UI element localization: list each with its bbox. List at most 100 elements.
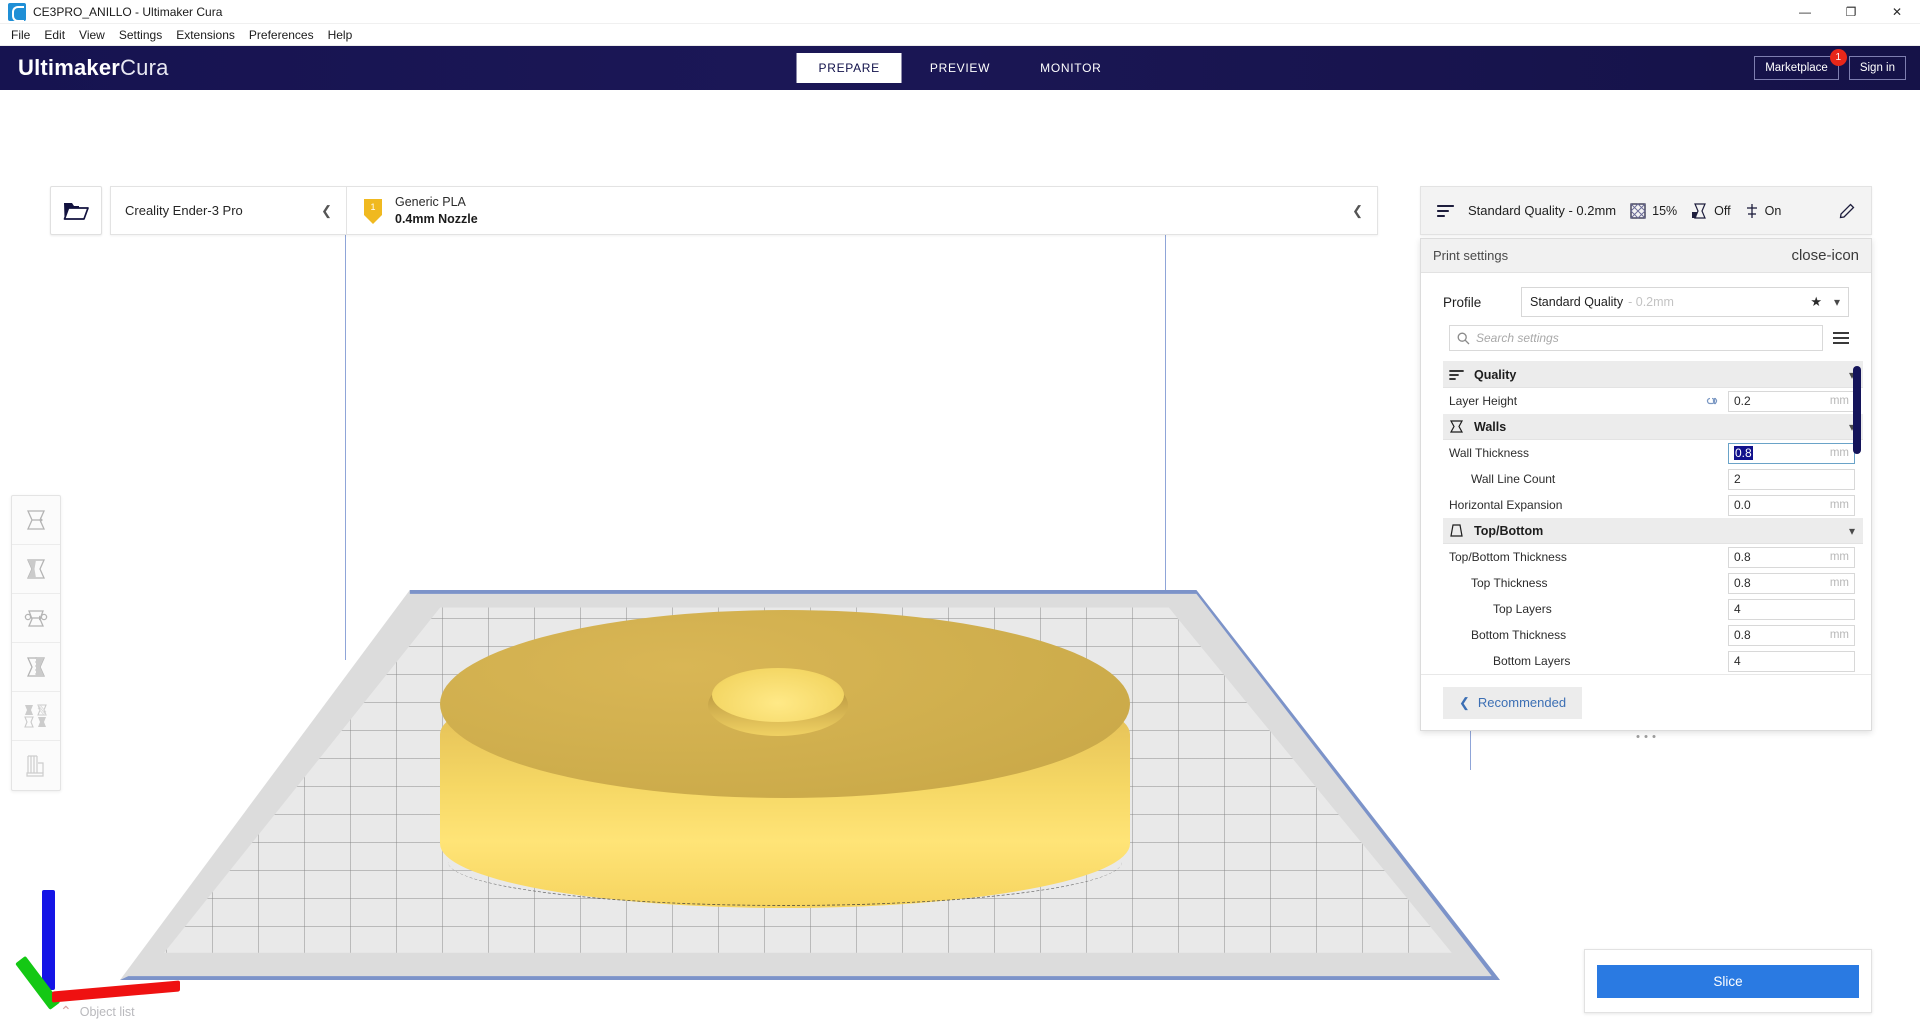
open-file-button[interactable] xyxy=(50,186,102,235)
menu-help[interactable]: Help xyxy=(321,26,360,44)
pencil-icon xyxy=(1839,203,1855,218)
marketplace-badge: 1 xyxy=(1829,49,1847,66)
settings-scrollbar[interactable] xyxy=(1853,366,1861,454)
chevron-left-icon: ❮ xyxy=(1352,202,1363,218)
menu-preferences[interactable]: Preferences xyxy=(242,26,321,44)
adhesion-icon xyxy=(1746,203,1757,218)
infill-icon xyxy=(1630,202,1646,219)
stage-tabs: PREPARE PREVIEW MONITOR xyxy=(796,53,1124,83)
category-quality[interactable]: Quality ▾ xyxy=(1443,362,1863,388)
setting-label: Top Layers xyxy=(1493,602,1552,616)
printer-selector[interactable]: Creality Ender-3 Pro ❮ xyxy=(111,187,346,234)
slice-button[interactable]: Slice xyxy=(1597,964,1859,998)
setting-label: Horizontal Expansion xyxy=(1449,498,1563,512)
search-input[interactable] xyxy=(1476,331,1815,345)
model-base-outline xyxy=(448,862,1122,906)
support-value: Off xyxy=(1714,203,1731,218)
category-walls[interactable]: Walls ▾ xyxy=(1443,414,1863,440)
setting-value: 4 xyxy=(1734,602,1741,616)
setting-input[interactable]: 4 xyxy=(1728,598,1855,620)
scale-tool[interactable] xyxy=(12,545,60,594)
chevron-down-icon[interactable]: ▾ xyxy=(1849,524,1855,538)
main-stage: Object list xyxy=(0,90,1920,1035)
material-name: Generic PLA xyxy=(395,194,466,209)
open-folder-icon xyxy=(63,202,89,220)
per-model-settings-tool[interactable] xyxy=(12,692,60,741)
model-tools-toolbar xyxy=(11,495,61,791)
tab-prepare[interactable]: PREPARE xyxy=(796,53,902,83)
model-hole xyxy=(712,668,844,722)
setting-top-bottom-thickness: Top/Bottom Thickness 0.8 mm xyxy=(1443,544,1863,570)
marketplace-button[interactable]: Marketplace 1 xyxy=(1754,49,1847,80)
restore-button[interactable]: ❐ xyxy=(1828,0,1874,24)
setting-input[interactable]: 2 xyxy=(1728,468,1855,490)
profile-dropdown[interactable]: Standard Quality - 0.2mm ★ ▾ xyxy=(1521,287,1849,317)
topbottom-icon xyxy=(1450,524,1463,537)
chevron-down-icon: ❮ xyxy=(321,202,332,218)
category-top-bottom[interactable]: Top/Bottom ▾ xyxy=(1443,518,1863,544)
material-selector[interactable]: 1 Generic PLA 0.4mm Nozzle ❮ xyxy=(347,187,1377,234)
move-tool[interactable] xyxy=(12,496,60,545)
setting-input[interactable]: 0.8 mm xyxy=(1728,546,1855,568)
setting-unit: mm xyxy=(1829,499,1849,511)
quality-icon xyxy=(1437,204,1454,217)
menu-extensions[interactable]: Extensions xyxy=(169,26,242,44)
menubar: File Edit View Settings Extensions Prefe… xyxy=(0,24,1920,46)
menu-view[interactable]: View xyxy=(72,26,112,44)
settings-list[interactable]: Quality ▾ Layer Height 0.2 mm Walls ▾ Wa… xyxy=(1443,361,1863,674)
infill-value: 15% xyxy=(1652,203,1678,218)
menu-file[interactable]: File xyxy=(4,26,37,44)
adhesion-summary: On xyxy=(1745,203,1781,219)
setting-input[interactable]: 0.0 mm xyxy=(1728,494,1855,516)
close-icon[interactable]: close-icon xyxy=(1791,247,1859,264)
header-actions: Marketplace 1 Sign in xyxy=(1754,49,1920,80)
tab-monitor[interactable]: MONITOR xyxy=(1018,53,1123,83)
chevron-down-icon[interactable]: ▾ xyxy=(1834,295,1840,309)
setting-bottom-layers: Bottom Layers 4 xyxy=(1443,648,1863,674)
tab-preview[interactable]: PREVIEW xyxy=(908,53,1012,83)
menu-settings[interactable]: Settings xyxy=(112,26,169,44)
search-settings-box[interactable] xyxy=(1449,325,1823,351)
recommended-mode-button[interactable]: ❮ Recommended xyxy=(1443,686,1583,719)
rotate-tool[interactable] xyxy=(12,594,60,643)
close-button[interactable]: ✕ xyxy=(1874,0,1920,24)
setting-input[interactable]: 0.2 mm xyxy=(1728,390,1855,412)
print-settings-summary-bar[interactable]: Standard Quality - 0.2mm 15% Off On xyxy=(1420,186,1872,235)
category-label: Quality xyxy=(1474,367,1517,382)
settings-menu-icon[interactable] xyxy=(1833,332,1849,344)
setting-wall-line-count: Wall Line Count 2 xyxy=(1443,466,1863,492)
model-object[interactable] xyxy=(440,610,1130,910)
svg-text:1: 1 xyxy=(370,202,375,212)
brand-cura: Cura xyxy=(120,55,169,80)
setting-input[interactable]: 0.8 mm xyxy=(1728,572,1855,594)
setting-input[interactable]: 0.8 mm xyxy=(1728,624,1855,646)
walls-icon xyxy=(1449,420,1464,433)
panel-footer: ❮ Recommended xyxy=(1421,674,1871,730)
setting-label: Top Thickness xyxy=(1471,576,1548,590)
setting-top-thickness: Top Thickness 0.8 mm xyxy=(1443,570,1863,596)
setting-input[interactable]: 4 xyxy=(1728,650,1855,672)
brand-ultimaker: Ultimaker xyxy=(18,55,121,80)
profile-label: Profile xyxy=(1443,294,1482,310)
menu-edit[interactable]: Edit xyxy=(37,26,72,44)
chevron-left-icon: ❮ xyxy=(1459,694,1470,710)
profile-suffix: - 0.2mm xyxy=(1628,295,1674,309)
setting-label: Bottom Layers xyxy=(1493,654,1571,668)
category-label: Walls xyxy=(1474,419,1507,434)
category-label: Top/Bottom xyxy=(1474,523,1544,538)
setting-value: 0.8 xyxy=(1734,446,1753,460)
support-blocker-tool[interactable] xyxy=(12,741,60,790)
setting-value: 0.2 xyxy=(1734,394,1751,408)
axis-x-icon xyxy=(52,980,180,1003)
object-list-toggle[interactable]: Object list xyxy=(60,1003,135,1020)
setting-input[interactable]: 0.8 mm xyxy=(1728,442,1855,464)
setting-bottom-thickness: Bottom Thickness 0.8 mm xyxy=(1443,622,1863,648)
setting-value: 4 xyxy=(1734,654,1741,668)
panel-resize-grip[interactable] xyxy=(1636,735,1656,738)
mirror-tool[interactable] xyxy=(12,643,60,692)
signin-button[interactable]: Sign in xyxy=(1848,56,1906,80)
material-info: Generic PLA 0.4mm Nozzle xyxy=(395,194,478,228)
axis-z-icon xyxy=(42,890,55,990)
minimize-button[interactable]: — xyxy=(1782,0,1828,24)
star-icon[interactable]: ★ xyxy=(1810,294,1822,310)
